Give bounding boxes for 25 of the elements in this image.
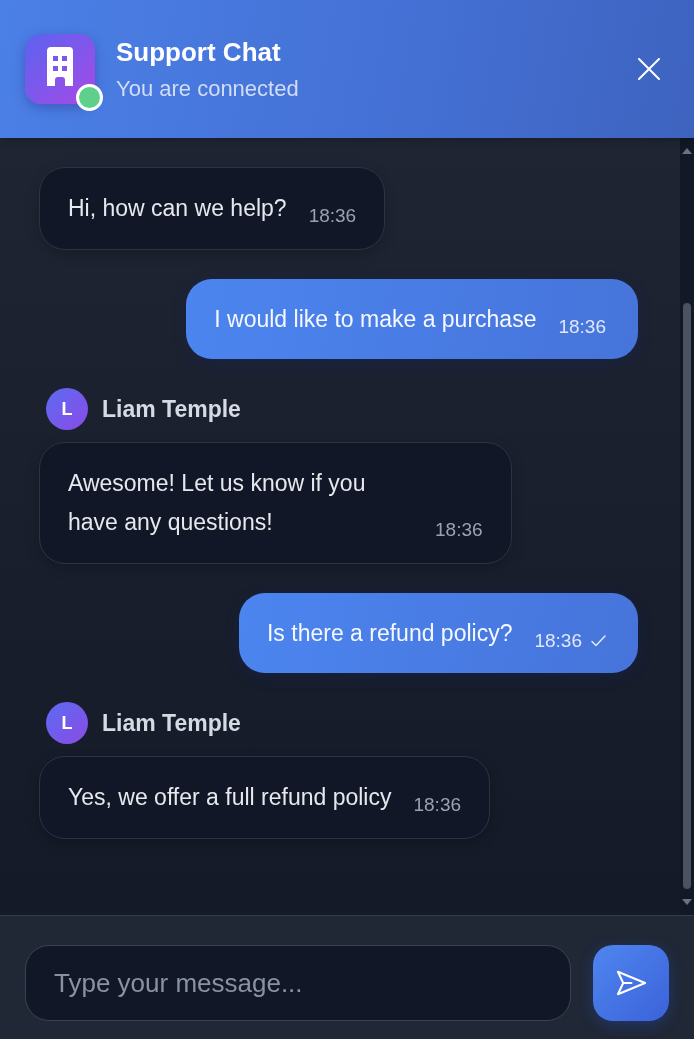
sender-name: Liam Temple	[102, 395, 241, 423]
message-time: 18:36	[413, 794, 462, 816]
send-button[interactable]	[593, 945, 669, 1021]
message-text: Awesome! Let us know if you have any questions!	[68, 469, 367, 537]
sender-avatar: L	[46, 388, 88, 430]
sender-avatar: L	[46, 702, 88, 744]
message-text: Is there a refund policy?	[266, 619, 513, 648]
building-icon	[25, 34, 95, 104]
header-title: Support Chat	[116, 35, 282, 69]
message-time: 18:36	[435, 519, 483, 541]
connection-status: You are connected	[116, 74, 300, 103]
sender-name: Liam Temple	[102, 709, 241, 737]
message-time: 18:36	[558, 316, 606, 338]
close-button[interactable]	[638, 58, 660, 80]
message-text: Yes, we offer a full refund policy	[68, 783, 392, 812]
scroll-up-icon[interactable]	[682, 148, 692, 154]
message-text: Hi, how can we help?	[68, 194, 287, 223]
send-icon	[615, 970, 647, 996]
scroll-down-icon[interactable]	[682, 899, 692, 905]
message-input[interactable]: Type your message...	[25, 945, 571, 1021]
message-time: 18:36	[308, 205, 357, 227]
message-text: I would like to make a purchase	[214, 305, 537, 334]
scrollbar-thumb[interactable]	[683, 303, 691, 889]
close-icon	[638, 58, 660, 80]
message-time: 18:36	[534, 630, 582, 652]
